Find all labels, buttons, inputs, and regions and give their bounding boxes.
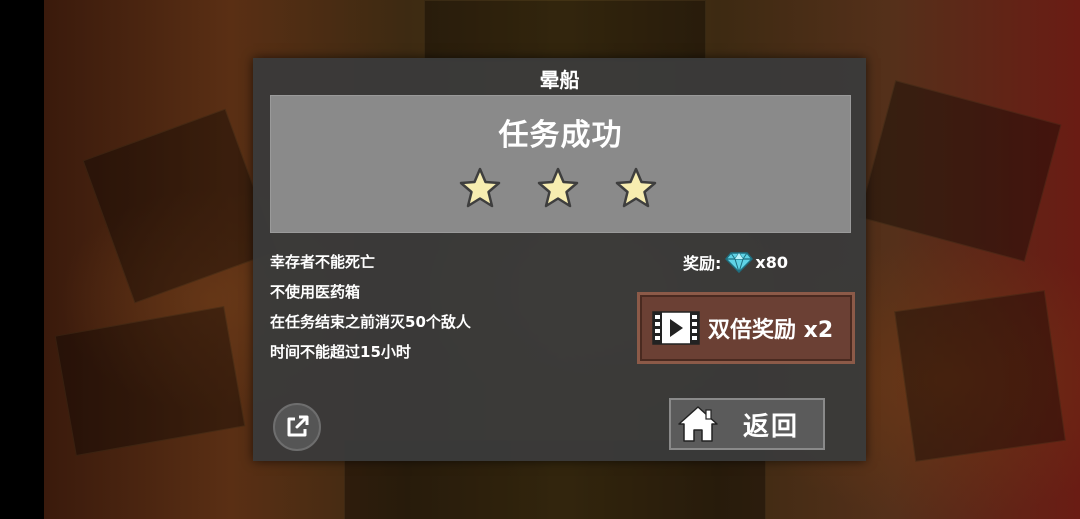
level-title: 晕船 — [539, 68, 580, 92]
objective-item: 不使用医药箱 — [270, 283, 361, 301]
mission-result-dialog: 晕船 任务成功 幸存者不能死亡 不使用医药箱 在任务结束之前消灭50个敌人 时间… — [253, 58, 866, 461]
double-reward-button[interactable]: 双倍奖励 x2 — [637, 292, 855, 364]
objective-item: 时间不能超过15小时 — [270, 343, 411, 361]
star-icon — [615, 167, 657, 208]
diamond-icon — [725, 252, 754, 273]
mission-result-title: 任务成功 — [498, 118, 623, 153]
objective-item: 在任务结束之前消灭50个敌人 — [270, 313, 471, 331]
objectives-list: 幸存者不能死亡 不使用医药箱 在任务结束之前消灭50个敌人 时间不能超过15小时 — [270, 250, 610, 370]
screen-left-edge — [0, 0, 44, 519]
reward-amount: x80 — [755, 252, 788, 272]
double-reward-label: 双倍奖励 x2 — [708, 318, 834, 343]
back-button[interactable]: 返回 — [669, 398, 825, 450]
reward-row: 奖励: x80 — [683, 250, 788, 274]
home-icon — [678, 406, 718, 442]
back-label: 返回 — [743, 411, 800, 442]
objective-item: 幸存者不能死亡 — [270, 253, 376, 271]
result-panel: 任务成功 — [270, 95, 851, 233]
reward-label: 奖励: — [683, 254, 722, 273]
star-icon — [537, 167, 579, 208]
share-external-icon — [287, 415, 309, 437]
star-icon — [459, 167, 501, 208]
video-film-icon — [652, 311, 700, 345]
game-screen: 晕船 任务成功 幸存者不能死亡 不使用医药箱 在任务结束之前消灭50个敌人 时间… — [0, 0, 1080, 519]
share-button[interactable] — [273, 403, 321, 451]
